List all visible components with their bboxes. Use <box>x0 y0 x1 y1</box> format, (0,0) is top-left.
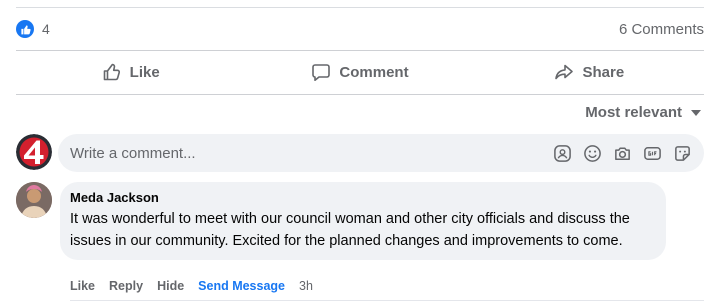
composer-tools <box>552 143 692 163</box>
comment-text: It was wonderful to meet with our counci… <box>70 211 630 249</box>
reaction-count: 4 <box>42 21 50 37</box>
sort-label: Most relevant <box>585 104 682 121</box>
commenter-avatar[interactable] <box>16 182 52 218</box>
comment-input[interactable] <box>58 143 542 163</box>
comment-input-box <box>58 134 704 172</box>
comment-bubble: Meda Jackson It was wonderful to meet wi… <box>60 182 666 260</box>
bottom-divider <box>70 300 704 301</box>
like-reaction-icon <box>16 20 34 38</box>
comment-sort-dropdown[interactable]: Most relevant <box>585 104 702 121</box>
comment-like-link[interactable]: Like <box>70 279 95 293</box>
like-button[interactable]: Like <box>16 52 245 92</box>
comment-author[interactable]: Meda Jackson <box>70 189 656 206</box>
caret-down-icon <box>690 104 702 121</box>
comment-reply-link[interactable]: Reply <box>109 279 143 293</box>
speech-bubble-icon <box>311 62 331 82</box>
like-button-label: Like <box>129 63 160 81</box>
reaction-summary[interactable]: 4 <box>16 20 50 38</box>
send-message-link[interactable]: Send Message <box>198 279 285 293</box>
share-button-label: Share <box>582 63 625 81</box>
emoji-icon[interactable] <box>582 143 602 163</box>
sticker-icon[interactable] <box>672 143 692 163</box>
camera-icon[interactable] <box>612 143 632 163</box>
comments-count-link[interactable]: 6 Comments <box>619 21 704 38</box>
share-arrow-icon <box>554 62 574 82</box>
comment-timestamp[interactable]: 3h <box>299 279 313 293</box>
top-divider <box>16 7 704 8</box>
actions-bottom-divider <box>16 94 704 95</box>
actions-top-divider <box>16 50 704 51</box>
share-button[interactable]: Share <box>475 52 704 92</box>
comment-actions: Like Reply Hide Send Message 3h <box>70 279 313 293</box>
gif-icon[interactable] <box>642 143 662 163</box>
station-logo-avatar <box>16 134 52 170</box>
avatar-sticker-icon[interactable] <box>552 143 572 163</box>
comment-button[interactable]: Comment <box>245 52 474 92</box>
comment-hide-link[interactable]: Hide <box>157 279 184 293</box>
thumbs-up-icon <box>102 62 122 82</box>
comment-button-label: Comment <box>339 63 409 81</box>
post-action-bar: Like Comment Share <box>16 52 704 92</box>
post-stats-bar: 4 6 Comments <box>16 18 704 40</box>
comment-composer <box>16 134 704 172</box>
